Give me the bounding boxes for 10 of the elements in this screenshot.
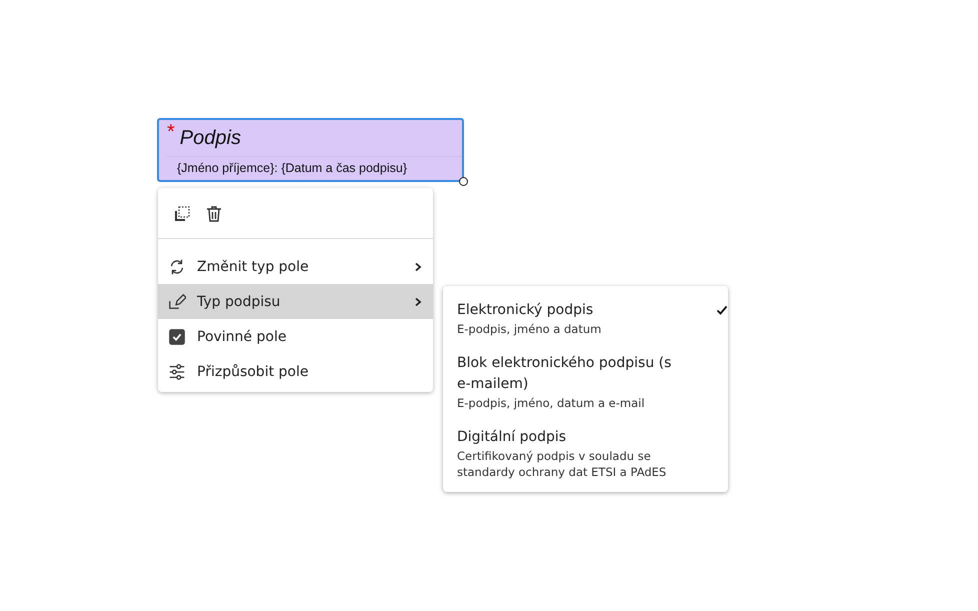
submenu-item[interactable]: Blok elektronického podpisu (s e-mailem) E-podpis, jméno, datum a e-mail	[457, 353, 728, 411]
menu-item[interactable]: Změnit typ pole	[158, 249, 433, 284]
submenu-item[interactable]: Digitální podpis Certifikovaný podpis v souladu se standardy ochrany dat ETSI a PAdES	[457, 427, 728, 480]
menu-item[interactable]: Typ podpisu	[158, 284, 433, 319]
field-title: Podpis	[180, 127, 241, 150]
menu-item[interactable]: Povinné pole	[158, 319, 433, 354]
submenu-item[interactable]: Elektronický podpis E-podpis, jméno a datum	[457, 300, 728, 337]
required-mark: *	[167, 122, 175, 142]
menu-item[interactable]: Přizpůsobit pole	[158, 354, 433, 389]
field-subtitle: {Jméno příjemce}: {Datum a čas podpisu}	[177, 161, 408, 175]
